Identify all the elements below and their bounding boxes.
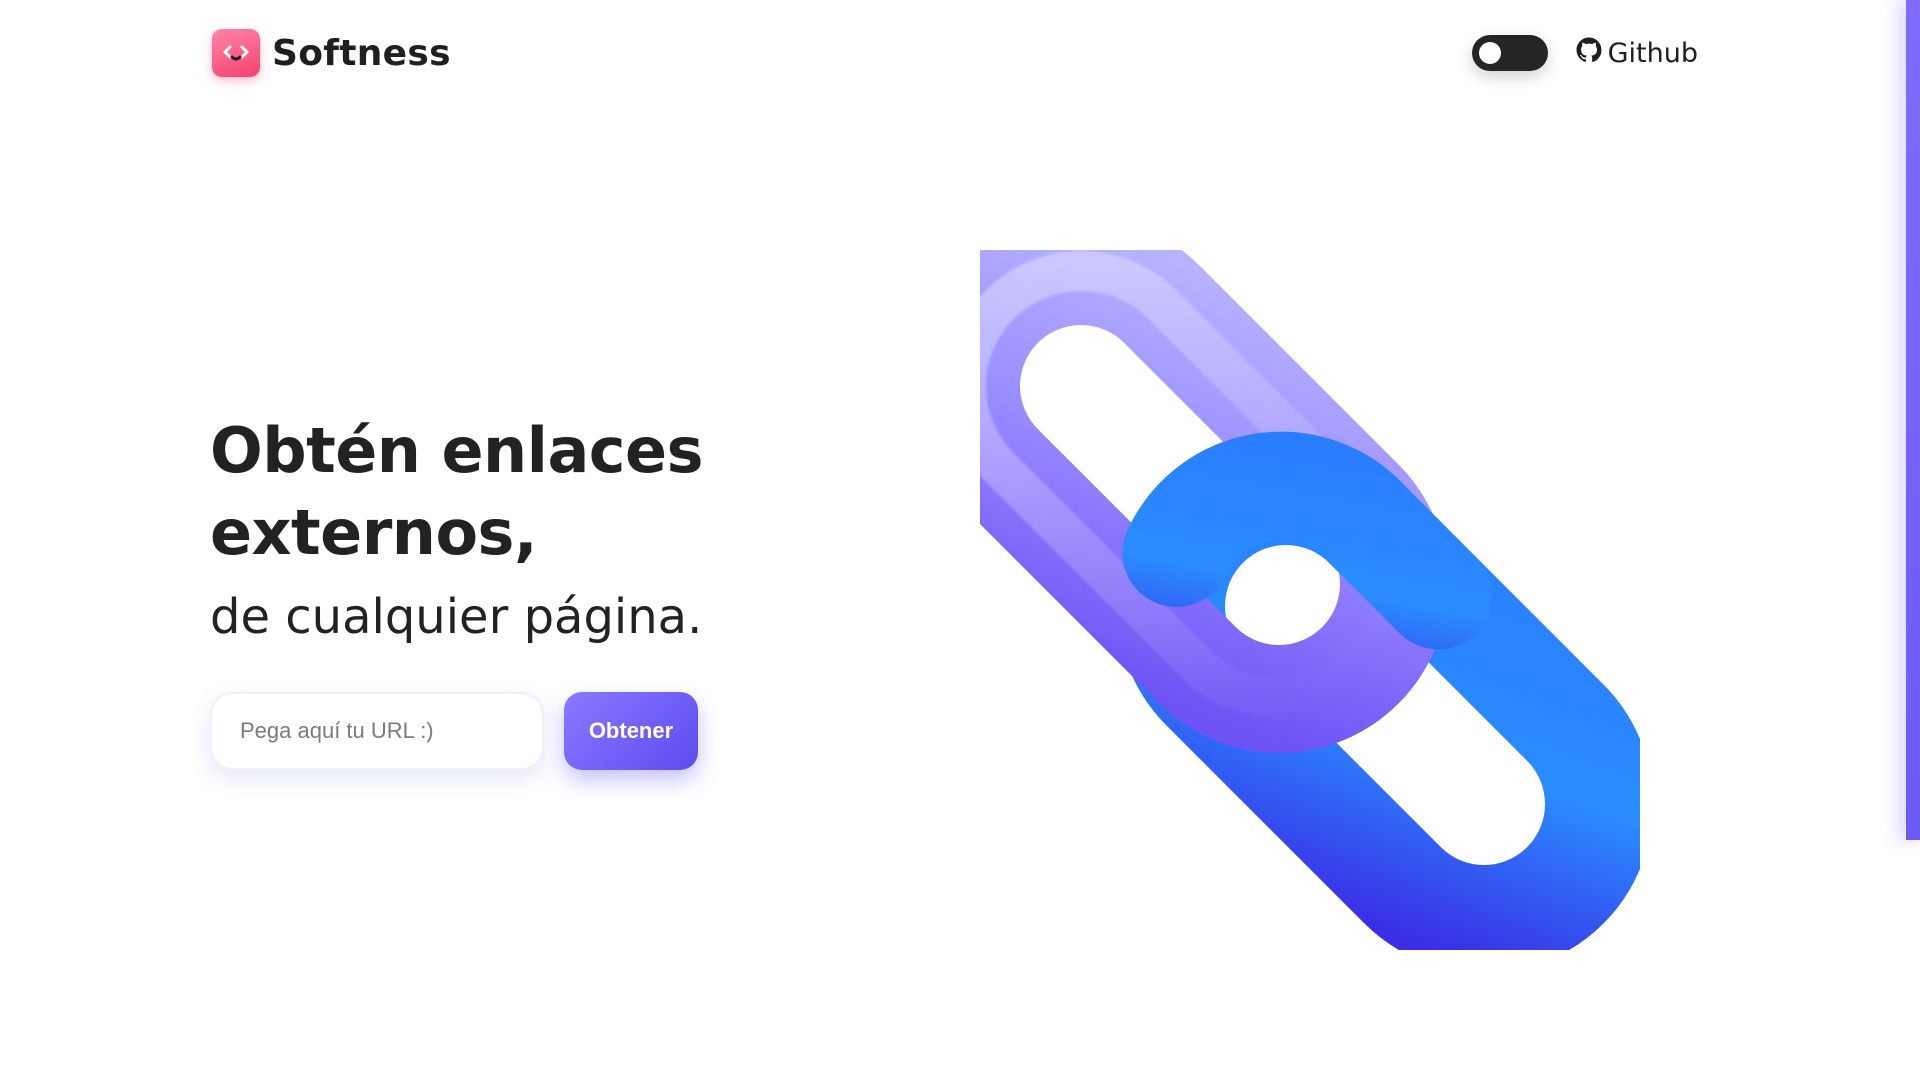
headline-line-1: Obtén enlaces <box>210 414 703 487</box>
smile-code-icon <box>212 29 260 77</box>
url-form: Obtener <box>210 692 850 770</box>
headline-line-2: externos, <box>210 496 538 569</box>
github-label: Github <box>1607 37 1698 69</box>
scrollbar[interactable] <box>1906 0 1920 840</box>
subheadline: de cualquier página. <box>210 589 703 645</box>
toggle-knob <box>1478 42 1501 64</box>
page-title: Obtén enlaces externos, <box>210 410 850 574</box>
github-link[interactable]: Github <box>1576 37 1698 70</box>
hero-section: Obtén enlaces externos, de cualquier pág… <box>210 410 850 770</box>
submit-button[interactable]: Obtener <box>564 692 698 770</box>
header-actions: Github <box>1471 35 1698 71</box>
top-navbar: Softness Github <box>212 28 1698 78</box>
url-input[interactable] <box>210 692 544 770</box>
theme-toggle[interactable] <box>1471 35 1548 71</box>
brand-name: Softness <box>272 32 451 74</box>
landing-page: Softness Github Obtén enlaces externos, … <box>0 0 1920 1080</box>
chain-link-icon <box>912 217 1653 973</box>
brand-link[interactable]: Softness <box>212 29 451 77</box>
github-icon <box>1576 37 1602 70</box>
